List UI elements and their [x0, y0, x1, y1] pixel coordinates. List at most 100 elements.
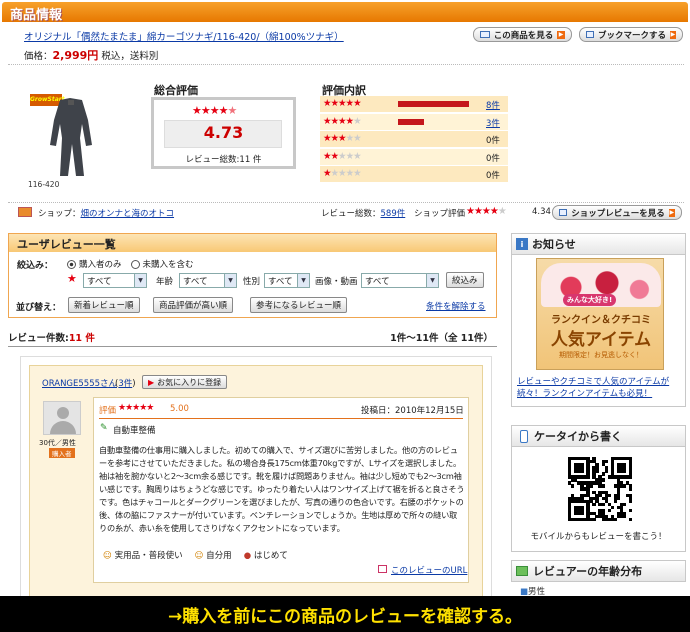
rating-breakdown: ★★★★★ 8件 ★★★★★ 3件 ★★★★★ 0件 ★★★★★ 0件 ★★★★★ 0件	[320, 96, 508, 184]
price-row: 価格：2,999円 税込，送料別	[24, 49, 159, 62]
age-header: レビュアーの年齢分布	[511, 560, 686, 582]
clear-filter-link[interactable]: 条件を解除する	[426, 300, 486, 312]
chevron-down-icon: ▼	[134, 274, 146, 287]
select-age[interactable]: すべて ▼	[179, 273, 237, 288]
page-icon	[480, 31, 490, 38]
breakdown-row: ★★★★★ 3件	[320, 113, 508, 130]
overall-rating-box: ★★★★★ 4.73 レビュー総数:11 件	[151, 97, 296, 169]
filter-label: 絞込み：	[17, 261, 54, 271]
reviewer-count-link[interactable]: 3件	[118, 379, 132, 389]
section-title: 商品情報	[10, 8, 63, 23]
product-image[interactable]: GrowStart 116-420	[28, 90, 98, 189]
review-count-row: レビュー件数:11 件 1件〜11件（全 11件）	[8, 330, 497, 344]
breakdown-stars: ★★★★★	[323, 168, 362, 179]
shop-rating-stars: ★★★★★	[466, 206, 507, 217]
review-rating-value: 5.00	[170, 404, 189, 414]
notice-header: i お知らせ	[511, 233, 686, 255]
review-permalink[interactable]: このレビューのURL	[391, 564, 467, 576]
link-icon	[378, 565, 387, 573]
post-date: 投稿日：2010年12月15日	[361, 406, 464, 416]
overall-stars: ★★★★★	[192, 104, 237, 117]
mobile-icon	[520, 429, 528, 443]
breakdown-row: ★★★★★ 8件	[320, 96, 508, 112]
review-tag: 自動車整備	[113, 426, 156, 436]
select-gender[interactable]: すべて ▼	[264, 273, 310, 288]
first-time-icon: ●	[243, 551, 252, 561]
price-value: 2,999円	[52, 49, 99, 62]
notice-link[interactable]: レビューやクチコミで人気のアイテムが続々！ランクインアイテムも必見！	[517, 376, 681, 400]
sort-newest-button[interactable]: 新着レビュー順	[68, 297, 140, 313]
bottom-banner: →購入を前にこの商品のレビューを確認する。	[0, 596, 690, 632]
reviewer-age: 30代／男性	[39, 439, 76, 447]
select-age-label: 年齢	[156, 277, 174, 287]
chevron-down-icon: ▼	[224, 274, 236, 287]
review-body: 自動車整備の仕事用に購入しました。初めての購入で、サイズ選びに苦労しました。他の…	[99, 445, 465, 533]
overall-rating-title: 総合評価	[154, 84, 198, 97]
breakdown-row: ★★★★★ 0件	[320, 166, 508, 182]
banner-line2: 人気アイテム	[550, 330, 652, 350]
arrow-icon: ▶	[670, 30, 676, 39]
shop-bar: ショップ：畑のオンナと海のオトコ レビュー総数：589件 ショップ評価 ★★★★…	[8, 202, 684, 222]
sort-rating-button[interactable]: 商品評価が高い順	[153, 297, 234, 313]
banner-badge: みんな大好き!	[563, 294, 617, 306]
bookmark-button[interactable]: ブックマークする ▶	[579, 27, 683, 42]
breakdown-row: ★★★★★ 0件	[320, 148, 508, 165]
shop-rating-value: 4.34	[532, 207, 551, 217]
ranking-banner[interactable]: みんな大好き! ランクイン＆クチコミ 人気アイテム 期間限定！お見逃しなく！	[536, 258, 664, 370]
overall-score: 4.73	[203, 123, 244, 142]
breakdown-stars: ★★★★★	[323, 115, 362, 127]
mobile-header: ケータイから書く	[511, 425, 686, 447]
chevron-down-icon: ▼	[426, 274, 438, 287]
chart-icon	[516, 566, 528, 576]
radio-all-label: 未購入を含む	[142, 260, 194, 270]
breakdown-bar	[398, 118, 425, 125]
view-product-button[interactable]: この商品を見る ▶	[473, 27, 572, 42]
sort-label: 並び替え：	[16, 303, 62, 313]
arrow-icon: ▶	[148, 377, 155, 387]
arrow-icon: ▶	[557, 30, 565, 39]
shop-name-link[interactable]: 畑のオンナと海のオトコ	[81, 209, 175, 219]
radio-all[interactable]	[130, 259, 140, 269]
breakdown-count: 0件	[486, 153, 500, 164]
user-review-header: ユーザレビュー一覧	[9, 234, 496, 252]
bottom-banner-text: →購入を前にこの商品のレビューを確認する。	[168, 607, 522, 627]
shop-icon	[559, 209, 568, 216]
chevron-down-icon: ▼	[297, 274, 309, 287]
review-card: ORANGE5555さん (3件) ▶ お気に入りに登録 30代／男性 購入者 評…	[20, 356, 492, 602]
divider	[8, 346, 497, 347]
breakdown-bar	[398, 101, 469, 107]
avatar	[43, 401, 81, 435]
favorite-button[interactable]: ▶ お気に入りに登録	[142, 375, 228, 389]
reviewer-name-link[interactable]: ORANGE5555さん	[42, 377, 117, 389]
sort-helpful-button[interactable]: 参考になるレビュー順	[250, 297, 348, 313]
shop-rating-label: ショップ評価	[414, 209, 466, 219]
mobile-caption: モバイルからもレビューを書こう！	[530, 532, 667, 542]
shop-review-button[interactable]: ショップレビューを見る ▶	[552, 205, 682, 220]
arrow-icon: ▶	[668, 208, 675, 217]
pencil-icon: ✎	[100, 423, 108, 433]
radio-purchasers[interactable]	[67, 259, 76, 269]
shop-icon	[18, 207, 32, 217]
breakdown-stars: ★★★★★	[323, 98, 362, 109]
sort-row: 並び替え： 新着レビュー順 商品評価が高い順 参考になるレビュー順 条件を解除す…	[8, 294, 497, 318]
breakdown-stars: ★★★★★	[323, 150, 362, 162]
breakdown-count: 0件	[486, 171, 500, 181]
product-link[interactable]: オリジナル「偶然たまたま」綿カーゴツナギ/116-420/（綿100%ツナギ）	[24, 29, 344, 43]
breakdown-count[interactable]: 3件	[486, 117, 500, 129]
info-icon: i	[516, 238, 528, 250]
filter-button[interactable]: 絞込み	[446, 272, 484, 288]
breakdown-stars: ★★★★★	[323, 133, 362, 144]
banner-line1: ランクイン＆クチコミ	[551, 315, 651, 326]
buyer-badge: 購入者	[49, 448, 75, 458]
person-icon: ☺	[194, 551, 204, 561]
review-count-text: レビュー総数:11 件	[185, 155, 262, 165]
breakdown-count[interactable]: 8件	[486, 99, 500, 111]
select-gender-label: 性別	[243, 277, 261, 287]
product-code: 116-420	[28, 180, 60, 189]
select-media-label: 画像・動画	[315, 277, 358, 287]
select-stars[interactable]: すべて ▼	[83, 273, 147, 288]
qr-code[interactable]	[568, 457, 633, 522]
select-media[interactable]: すべて ▼	[361, 273, 439, 288]
shop-total-reviews-link[interactable]: 589件	[381, 209, 406, 219]
divider	[99, 418, 463, 419]
